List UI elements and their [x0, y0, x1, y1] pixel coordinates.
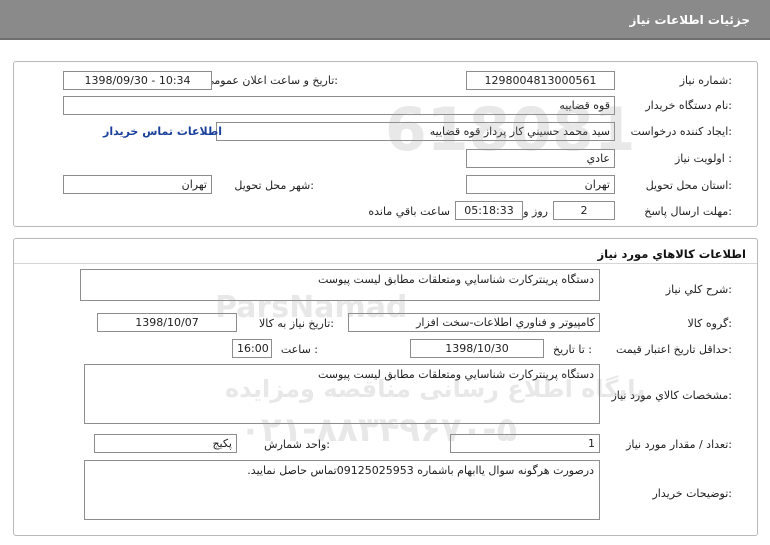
- until-date-label: تا تاريخ :: [553, 343, 592, 356]
- buyer-contact-link[interactable]: اطلاعات تماس خريدار: [103, 125, 222, 138]
- goods-section-title: اطلاعات کالاهاي مورد نياز: [597, 247, 746, 261]
- unit-field: پکيج: [94, 434, 237, 453]
- quantity-label: تعداد / مقدار مورد نياز:: [626, 438, 732, 451]
- buyer-notes-field: درصورت هرگونه سوال یاابهام باشماره 09125…: [84, 460, 600, 520]
- buyer-org-label: نام دستگاه خريدار:: [645, 99, 732, 112]
- buyer-notes-label: توضيحات خريدار:: [652, 487, 733, 500]
- city-label: شهر محل تحويل:: [234, 179, 314, 192]
- deadline-label: مهلت ارسال پاسخ:: [644, 205, 732, 218]
- hour-field: 16:00: [232, 339, 272, 358]
- watermark-brand: ParsNamad: [215, 290, 408, 325]
- watermark-phone: ۰۲۱-۸۸۳۴۹۶۷۰-۵: [240, 410, 518, 450]
- general-desc-label: شرح کلي نياز:: [665, 283, 732, 296]
- goods-group-label: گروه کالا:: [687, 317, 732, 330]
- page-title: جزئيات اطلاعات نياز: [629, 13, 750, 27]
- watermark-tagline: پایگاه اطلاع رسانی مناقصه ومزایده: [225, 375, 646, 403]
- need-number-label: شماره نياز:: [679, 74, 732, 87]
- creator-label: ايجاد کننده درخواست:: [630, 125, 732, 138]
- province-label: استان محل تحويل:: [645, 179, 732, 192]
- city-field: تهران: [63, 175, 212, 194]
- announce-datetime-label: تاريخ و ساعت اعلان عمومي:: [205, 74, 338, 87]
- min-validity-label: حداقل تاريخ اعتبار قيمت:: [616, 343, 732, 356]
- deadline-days-field: 2: [553, 201, 615, 220]
- until-date-field: 1398/10/30: [410, 339, 544, 358]
- hour-label: ساعت :: [280, 343, 318, 356]
- watermark-number: 618081: [385, 95, 636, 165]
- days-word: روز و: [523, 205, 548, 218]
- announce-datetime-field: 1398/09/30 - 10:34: [63, 71, 212, 90]
- page-header: جزئيات اطلاعات نياز: [0, 0, 770, 40]
- goods-title-divider: [14, 263, 757, 264]
- need-number-field: 1298004813000561: [466, 71, 615, 90]
- priority-label: اولويت نياز :: [674, 152, 732, 165]
- deadline-time-field: 05:18:33: [455, 201, 523, 220]
- province-field: تهران: [466, 175, 615, 194]
- remaining-word: ساعت باقي مانده: [368, 205, 450, 218]
